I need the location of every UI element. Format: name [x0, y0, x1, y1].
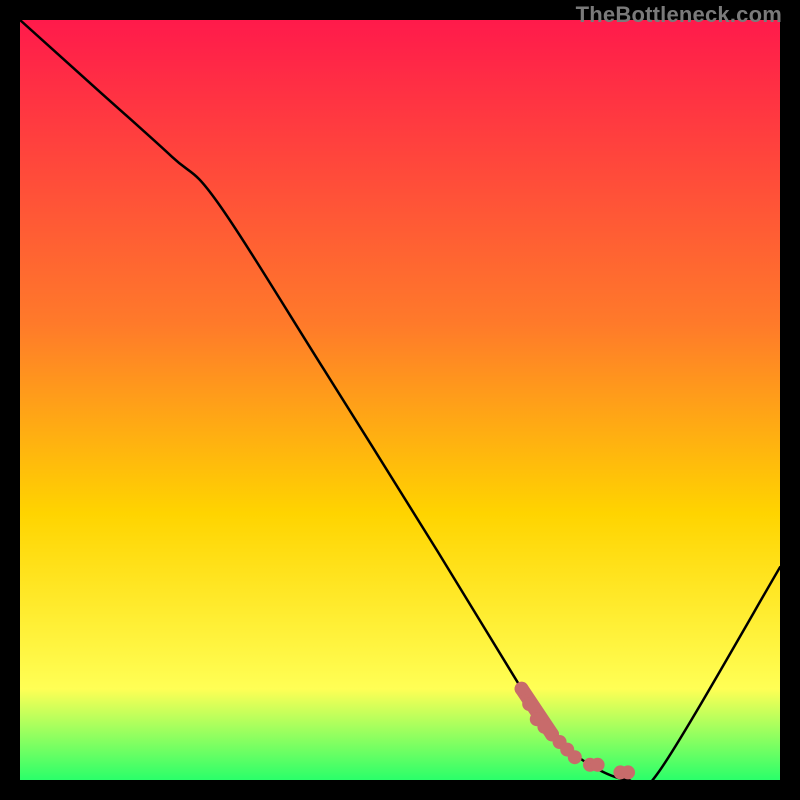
highlight-dot	[568, 750, 582, 764]
gradient-background	[20, 20, 780, 780]
chart-plot	[20, 20, 780, 780]
highlight-dot	[522, 697, 536, 711]
highlight-dot	[621, 765, 635, 779]
highlight-dot	[591, 758, 605, 772]
highlight-dot	[515, 682, 529, 696]
chart-frame	[20, 20, 780, 780]
watermark-text: TheBottleneck.com	[576, 2, 782, 28]
